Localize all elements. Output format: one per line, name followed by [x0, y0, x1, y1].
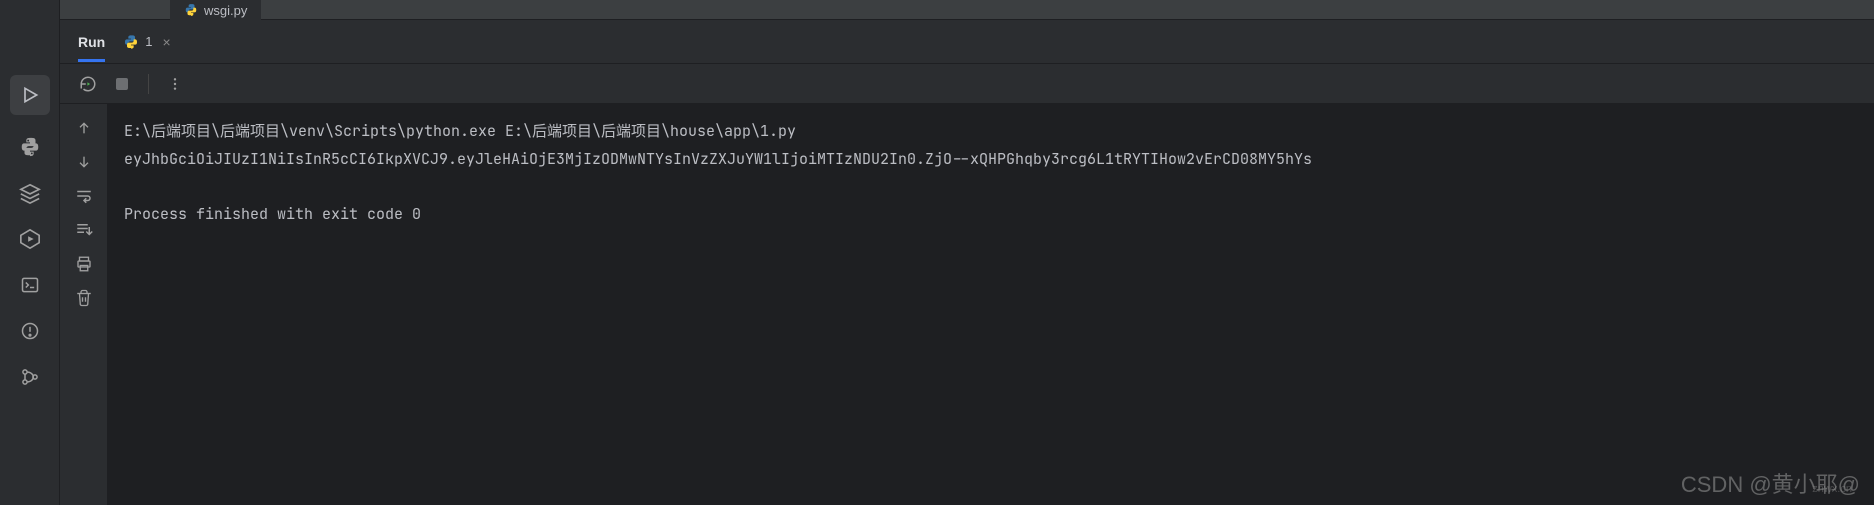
run-tool-icon[interactable] [10, 75, 50, 115]
rerun-button[interactable] [76, 72, 100, 96]
console-line: eyJhbGciOiJIUzI1NiIsInR5cCI6IkpXVCJ9.eyJ… [124, 149, 1312, 169]
services-icon[interactable] [16, 225, 44, 253]
scroll-down-icon[interactable] [72, 150, 96, 174]
run-config-label: 1 [145, 34, 152, 49]
run-panel-title: Run [78, 22, 105, 62]
terminal-icon[interactable] [16, 271, 44, 299]
soft-wrap-icon[interactable] [72, 184, 96, 208]
version-control-icon[interactable] [16, 363, 44, 391]
python-file-icon [123, 34, 139, 50]
stop-button[interactable] [110, 72, 134, 96]
print-icon[interactable] [72, 252, 96, 276]
run-content: E:\后端项目\后端项目\venv\Scripts\python.exe E:\… [60, 104, 1874, 505]
more-actions-button[interactable] [163, 72, 187, 96]
console-gutter [60, 104, 108, 505]
python-file-icon [184, 3, 198, 17]
console-output[interactable]: E:\后端项目\后端项目\venv\Scripts\python.exe E:\… [108, 104, 1874, 505]
left-tool-sidebar [0, 0, 60, 505]
scroll-up-icon[interactable] [72, 116, 96, 140]
python-console-icon[interactable] [16, 133, 44, 161]
close-icon[interactable]: × [162, 34, 170, 50]
editor-tabs: wsgi.py [60, 0, 1874, 20]
console-line: E:\后端项目\后端项目\venv\Scripts\python.exe E:\… [124, 121, 796, 141]
toolbar-divider [148, 74, 149, 94]
scroll-to-end-icon[interactable] [72, 218, 96, 242]
main-area: wsgi.py Run 1 × [60, 0, 1874, 505]
layers-icon[interactable] [16, 179, 44, 207]
run-panel-header: Run 1 × [60, 20, 1874, 64]
editor-tab-wsgi[interactable]: wsgi.py [170, 0, 261, 20]
console-line: Process finished with exit code 0 [124, 204, 421, 224]
trash-icon[interactable] [72, 286, 96, 310]
run-toolbar [60, 64, 1874, 104]
editor-tab-label: wsgi.py [204, 3, 247, 18]
problems-icon[interactable] [16, 317, 44, 345]
run-config-tab[interactable]: 1 × [123, 34, 170, 50]
